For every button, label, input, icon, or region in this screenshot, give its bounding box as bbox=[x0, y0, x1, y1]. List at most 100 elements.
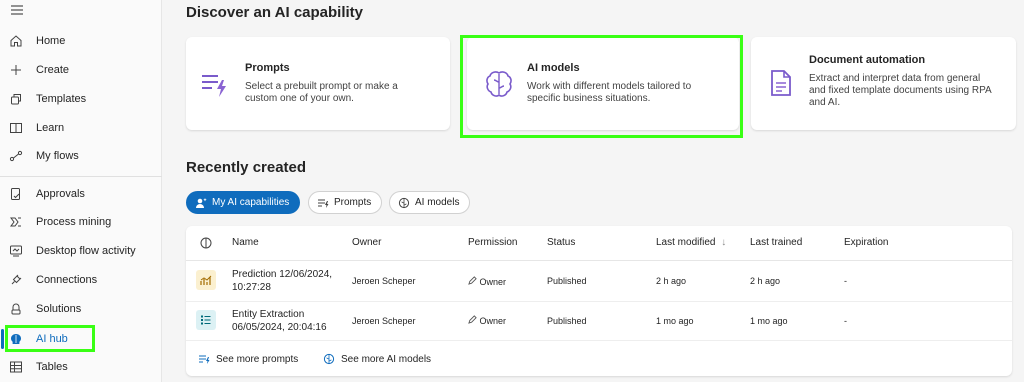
plug-icon bbox=[9, 273, 23, 287]
nav-label: Desktop flow activity bbox=[36, 245, 136, 257]
recent-heading: Recently created bbox=[186, 159, 307, 176]
nav-item-approvals[interactable]: Approvals bbox=[0, 180, 162, 208]
templates-icon bbox=[9, 92, 23, 106]
flows-icon bbox=[9, 149, 23, 163]
row-divider bbox=[186, 301, 1012, 302]
column-header-last-modified[interactable]: Last modified ↓ bbox=[656, 237, 726, 248]
row-permission: Owner bbox=[468, 315, 506, 326]
prompt-icon bbox=[202, 75, 226, 97]
card-desc-line: and fixed template documents using RPA bbox=[809, 85, 992, 96]
brain-icon bbox=[398, 197, 410, 209]
nav-item-my-flows[interactable]: My flows bbox=[0, 142, 162, 170]
approvals-icon bbox=[9, 187, 23, 201]
nav-label: Home bbox=[36, 35, 66, 47]
filter-my-ai-capabilities[interactable]: My AI capabilities bbox=[186, 191, 301, 214]
card-title: Prompts bbox=[245, 62, 290, 74]
prompt-icon bbox=[317, 197, 329, 209]
column-header-expiration[interactable]: Expiration bbox=[844, 237, 888, 248]
card-desc-line: Extract and interpret data from general bbox=[809, 73, 981, 84]
file-type-icon[interactable] bbox=[200, 237, 212, 249]
filter-prompts[interactable]: Prompts bbox=[308, 191, 383, 214]
pencil-icon bbox=[468, 276, 477, 285]
row-expiration: - bbox=[844, 316, 847, 326]
row-last-modified: 2 h ago bbox=[656, 276, 687, 286]
nav-item-connections[interactable]: Connections bbox=[0, 266, 162, 294]
column-header-owner[interactable]: Owner bbox=[352, 237, 381, 248]
card-desc-line: custom one of your own. bbox=[245, 93, 354, 104]
brain-icon bbox=[323, 353, 335, 365]
nav-item-home[interactable]: Home bbox=[0, 27, 162, 55]
nav-item-solutions[interactable]: Solutions bbox=[0, 295, 162, 323]
row-permission: Owner bbox=[468, 276, 506, 287]
card-prompts[interactable]: Prompts Select a prebuilt prompt or make… bbox=[186, 37, 450, 130]
column-header-status[interactable]: Status bbox=[547, 237, 575, 248]
see-more-prompts-link[interactable]: See more prompts bbox=[198, 353, 298, 365]
document-icon bbox=[771, 70, 791, 96]
home-icon bbox=[9, 34, 23, 48]
row-name-line[interactable]: Prediction 12/06/2024, bbox=[232, 268, 332, 281]
column-header-last-trained[interactable]: Last trained bbox=[750, 237, 802, 248]
filter-label: AI models bbox=[415, 197, 460, 208]
process-mining-icon bbox=[9, 215, 23, 229]
row-status: Published bbox=[547, 316, 587, 326]
highlight-ai-models bbox=[460, 35, 743, 138]
nav-label: Learn bbox=[36, 122, 65, 134]
row-last-modified: 1 mo ago bbox=[656, 316, 694, 326]
nav-label: Approvals bbox=[36, 188, 85, 200]
plus-icon bbox=[9, 63, 23, 77]
row-owner: Jeroen Scheper bbox=[352, 276, 416, 286]
link-label: See more prompts bbox=[216, 353, 299, 365]
book-icon bbox=[9, 121, 23, 135]
person-sparkle-icon bbox=[195, 197, 207, 209]
nav-item-templates[interactable]: Templates bbox=[0, 85, 162, 113]
row-permission-label: Owner bbox=[479, 316, 507, 326]
nav-item-tables[interactable]: Tables bbox=[0, 353, 162, 381]
row-expiration: - bbox=[844, 276, 847, 286]
row-last-trained: 2 h ago bbox=[750, 276, 781, 286]
discover-heading: Discover an AI capability bbox=[186, 4, 364, 21]
card-title: Document automation bbox=[809, 54, 926, 66]
card-desc-line: Select a prebuilt prompt or make a bbox=[245, 81, 398, 92]
nav-label: Tables bbox=[36, 361, 68, 373]
recent-table: Name Owner Permission Status Last modifi… bbox=[186, 226, 1012, 376]
nav-label: Process mining bbox=[36, 216, 112, 228]
card-desc-line: and AI. bbox=[809, 97, 841, 108]
nav-label: Solutions bbox=[36, 303, 82, 315]
filter-label: My AI capabilities bbox=[212, 197, 290, 208]
table-icon bbox=[9, 360, 23, 374]
nav-item-create[interactable]: Create bbox=[0, 56, 162, 84]
see-more-ai-models-link[interactable]: See more AI models bbox=[323, 353, 431, 365]
column-header-permission[interactable]: Permission bbox=[468, 237, 517, 248]
row-last-trained: 1 mo ago bbox=[750, 316, 788, 326]
solutions-icon bbox=[9, 302, 23, 316]
row-permission-label: Owner bbox=[479, 277, 507, 287]
row-divider bbox=[186, 340, 1012, 341]
entity-extraction-icon bbox=[196, 310, 216, 330]
nav-label: Connections bbox=[36, 274, 98, 286]
desktop-flow-icon bbox=[9, 244, 23, 258]
prediction-icon bbox=[196, 270, 216, 290]
nav-item-process-mining[interactable]: Process mining bbox=[0, 208, 162, 236]
row-status: Published bbox=[547, 276, 587, 286]
nav-label: My flows bbox=[36, 150, 79, 162]
nav-label: Create bbox=[36, 64, 70, 76]
row-owner: Jeroen Scheper bbox=[352, 316, 416, 326]
column-header-name[interactable]: Name bbox=[232, 237, 259, 248]
nav-item-learn[interactable]: Learn bbox=[0, 114, 162, 142]
nav-divider bbox=[0, 176, 162, 177]
highlight-ai-hub bbox=[5, 325, 95, 352]
nav-item-desktop-flow-activity[interactable]: Desktop flow activity bbox=[0, 237, 162, 265]
hamburger-menu-icon[interactable] bbox=[10, 3, 24, 17]
row-name-line[interactable]: 10:27:28 bbox=[232, 281, 271, 294]
row-name-line[interactable]: Entity Extraction bbox=[232, 308, 304, 321]
nav-label: Templates bbox=[36, 93, 87, 105]
filter-label: Prompts bbox=[334, 197, 372, 208]
pencil-icon bbox=[468, 315, 477, 324]
prompt-icon bbox=[199, 355, 210, 364]
column-header-label: Last modified bbox=[656, 237, 716, 248]
filter-ai-models[interactable]: AI models bbox=[389, 191, 471, 214]
row-name-line[interactable]: 06/05/2024, 20:04:16 bbox=[232, 321, 327, 334]
card-document-automation[interactable]: Document automation Extract and interpre… bbox=[751, 37, 1016, 130]
link-label: See more AI models bbox=[341, 353, 432, 365]
sort-down-icon: ↓ bbox=[721, 237, 727, 248]
